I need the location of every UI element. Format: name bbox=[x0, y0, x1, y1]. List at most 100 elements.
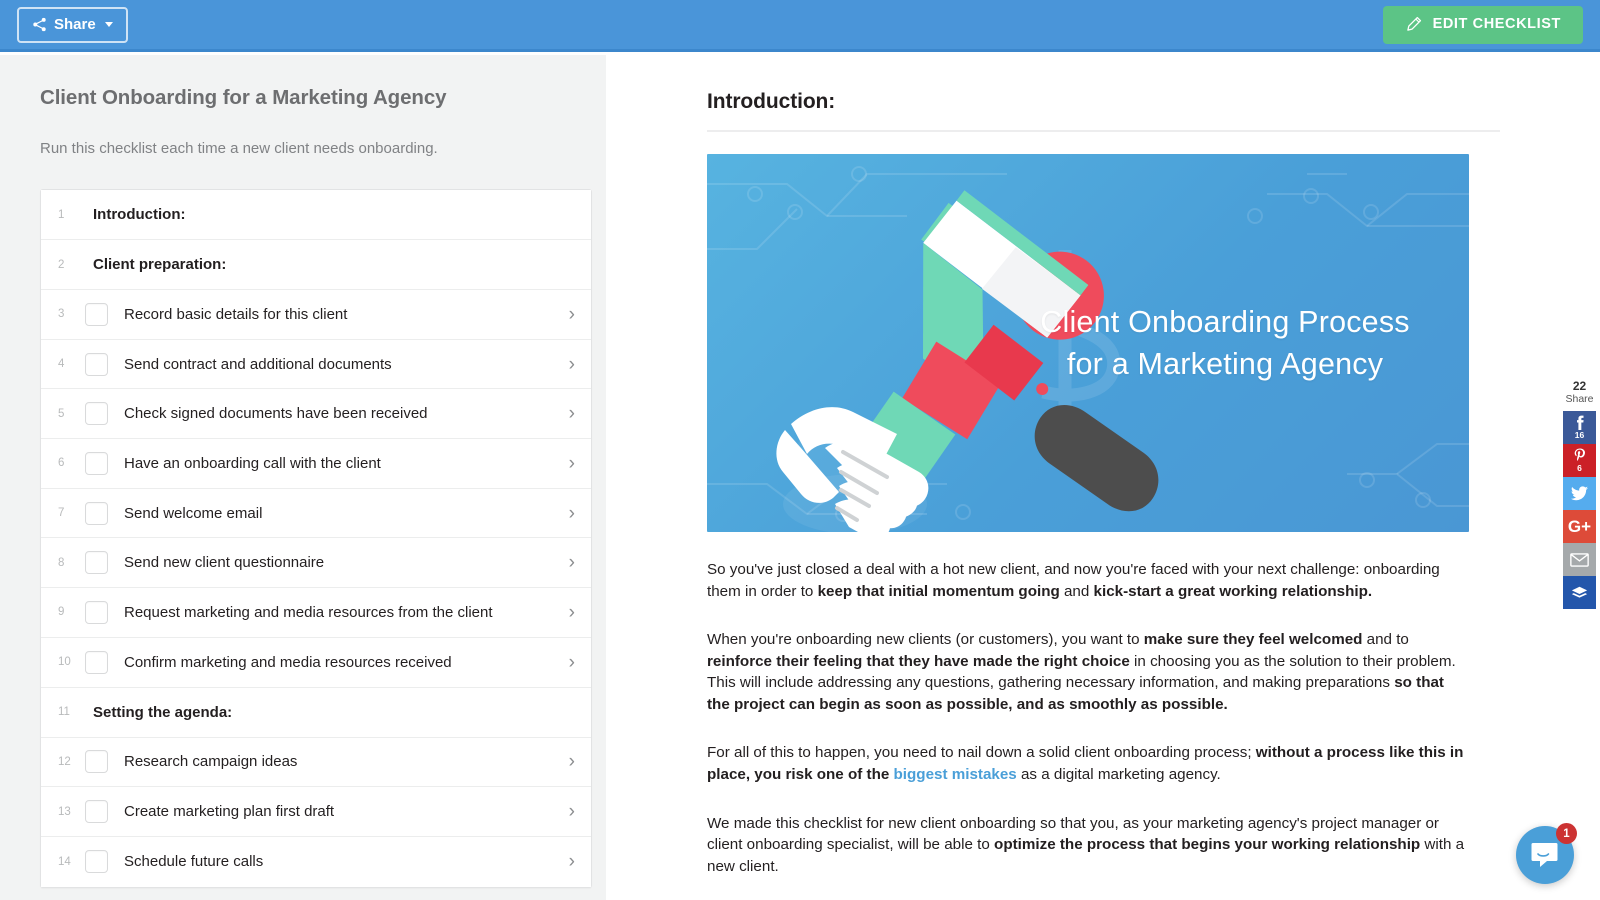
chat-unread-badge: 1 bbox=[1556, 823, 1577, 844]
p2-bold-b: make sure they feel welcomed bbox=[1143, 631, 1363, 649]
hero-title-line2: for a Marketing Agency bbox=[1066, 347, 1384, 381]
task-checkbox[interactable] bbox=[85, 750, 108, 774]
hero-title-line1: Client Onboarding Process bbox=[1040, 304, 1410, 339]
checklist-task-row[interactable]: 5 Check signed documents have been receiv… bbox=[41, 389, 591, 440]
biggest-mistakes-link[interactable]: biggest mistakes bbox=[894, 766, 1017, 783]
task-label: Record basic details for this client bbox=[124, 305, 348, 323]
task-number: 1 bbox=[58, 208, 65, 221]
social-share-label: Share bbox=[1565, 393, 1594, 406]
section-heading: Introduction: bbox=[707, 90, 1500, 132]
social-share-rail: 22 Share 16 6 G+ bbox=[1559, 379, 1600, 610]
checklist-description: Run this checklist each time a new clien… bbox=[40, 140, 438, 157]
pinterest-count: 6 bbox=[1577, 462, 1582, 473]
share-nodes-icon bbox=[33, 17, 46, 32]
checklist-section-header[interactable]: 2 Client preparation: bbox=[41, 240, 591, 290]
chat-bubble-icon bbox=[1531, 843, 1558, 867]
chevron-right-icon[interactable]: › bbox=[561, 504, 575, 523]
share-email-button[interactable] bbox=[1563, 543, 1596, 577]
chevron-right-icon[interactable]: › bbox=[561, 553, 575, 572]
checklist-task-row[interactable]: 4 Send contract and additional documents › bbox=[41, 339, 591, 390]
chevron-right-icon[interactable]: › bbox=[561, 454, 575, 473]
share-googleplus-button[interactable]: G+ bbox=[1563, 510, 1596, 544]
checklist-task-row[interactable]: 6 Have an onboarding call with the client… bbox=[41, 439, 591, 489]
task-label: Send new client questionnaire bbox=[124, 554, 325, 572]
checklist-section-header[interactable]: 1 Introduction: bbox=[41, 190, 591, 240]
chevron-right-icon[interactable]: › bbox=[561, 355, 575, 374]
task-checkbox[interactable] bbox=[85, 451, 108, 475]
p3-text-a: For all of this to happen, you need to n… bbox=[707, 744, 1256, 762]
checklist-task-row[interactable]: 3 Record basic details for this client › bbox=[41, 290, 591, 340]
chevron-right-icon[interactable]: › bbox=[561, 603, 575, 622]
p1-bold-b: keep that initial momentum going bbox=[817, 582, 1060, 600]
p1-text-c: and bbox=[1059, 582, 1094, 600]
share-pinterest-button[interactable]: 6 bbox=[1563, 444, 1596, 478]
chevron-right-icon[interactable]: › bbox=[561, 802, 575, 821]
social-total-count: 22 bbox=[1572, 379, 1587, 393]
task-label: Research campaign ideas bbox=[124, 753, 298, 771]
p2-text-a: When you're onboarding new clients (or c… bbox=[707, 631, 1144, 649]
page-body: Client Onboarding for a Marketing Agency… bbox=[0, 55, 1600, 900]
share-button-label: Share bbox=[54, 16, 96, 33]
checklist-task-list: 1 Introduction: 2 Client preparation: 3 Recor… bbox=[40, 189, 592, 888]
task-checkbox[interactable] bbox=[85, 800, 108, 824]
paragraph-3: For all of this to happen, you need to n… bbox=[707, 742, 1469, 785]
checklist-task-row[interactable]: 10 Confirm marketing and media resources … bbox=[41, 637, 591, 688]
facebook-icon bbox=[1577, 415, 1584, 430]
task-checkbox[interactable] bbox=[85, 850, 108, 874]
task-checkbox[interactable] bbox=[85, 600, 108, 624]
task-label: Have an onboarding call with the client bbox=[124, 454, 381, 472]
share-facebook-button[interactable]: 16 bbox=[1563, 411, 1596, 445]
checklist-section-header[interactable]: 11 Setting the agenda: bbox=[41, 687, 591, 738]
task-label: Send contract and additional documents bbox=[124, 355, 392, 373]
p2-bold-d: reinforce their feeling that they have m… bbox=[707, 652, 1130, 670]
envelope-icon bbox=[1570, 552, 1589, 567]
task-checkbox[interactable] bbox=[85, 551, 108, 575]
task-number: 7 bbox=[58, 507, 65, 520]
paragraph-2: When you're onboarding new clients (or c… bbox=[707, 629, 1469, 715]
checklist-task-row[interactable]: 9 Request marketing and media resources f… bbox=[41, 588, 591, 638]
checklist-sidebar: Client Onboarding for a Marketing Agency… bbox=[0, 55, 606, 900]
twitter-icon bbox=[1571, 486, 1588, 501]
pinterest-icon bbox=[1574, 448, 1585, 461]
task-label: Create marketing plan first draft bbox=[124, 803, 335, 821]
task-number: 3 bbox=[58, 308, 65, 321]
task-number: 14 bbox=[58, 855, 71, 868]
task-checkbox[interactable] bbox=[85, 302, 108, 326]
chevron-right-icon[interactable]: › bbox=[561, 305, 575, 324]
googleplus-icon: G+ bbox=[1567, 517, 1592, 537]
checklist-task-row[interactable]: 8 Send new client questionnaire › bbox=[41, 538, 591, 589]
edit-checklist-button[interactable]: EDIT CHECKLIST bbox=[1382, 5, 1583, 44]
checklist-task-row[interactable]: 12 Research campaign ideas › bbox=[41, 737, 591, 788]
task-number: 8 bbox=[58, 556, 65, 569]
share-buffer-button[interactable] bbox=[1563, 576, 1596, 610]
p1-bold-d: kick-start a great working relationship. bbox=[1093, 582, 1373, 600]
task-label: Setting the agenda: bbox=[93, 703, 233, 721]
checklist-title: Client Onboarding for a Marketing Agency bbox=[40, 86, 447, 109]
share-button[interactable]: Share bbox=[17, 6, 128, 43]
chevron-right-icon[interactable]: › bbox=[561, 852, 575, 871]
chevron-right-icon[interactable]: › bbox=[561, 752, 575, 771]
chat-launcher-button[interactable]: 1 bbox=[1516, 823, 1577, 884]
paragraph-4: We made this checklist for new client on… bbox=[707, 813, 1469, 878]
chevron-right-icon[interactable]: › bbox=[561, 404, 575, 423]
task-checkbox[interactable] bbox=[85, 650, 108, 674]
share-twitter-button[interactable] bbox=[1563, 477, 1596, 511]
checklist-task-row[interactable]: 14 Schedule future calls › bbox=[41, 836, 591, 887]
top-toolbar: Share EDIT CHECKLIST bbox=[0, 0, 1600, 52]
p4-bold-b: optimize the process that begins your wo… bbox=[994, 836, 1421, 854]
task-number: 5 bbox=[58, 407, 65, 420]
facebook-count: 16 bbox=[1574, 429, 1585, 440]
task-checkbox[interactable] bbox=[85, 352, 108, 376]
checklist-task-row[interactable]: 13 Create marketing plan first draft › bbox=[41, 787, 591, 837]
p2-text-c: and to bbox=[1362, 631, 1409, 649]
task-checkbox[interactable] bbox=[85, 402, 108, 426]
p3-text-c: as a digital marketing agency. bbox=[1016, 766, 1221, 784]
task-label: Request marketing and media resources fr… bbox=[124, 603, 493, 621]
task-number: 11 bbox=[58, 706, 70, 718]
checklist-task-row[interactable]: 7 Send welcome email › bbox=[41, 488, 591, 539]
task-label: Confirm marketing and media resources re… bbox=[124, 653, 452, 671]
task-checkbox[interactable] bbox=[85, 501, 108, 525]
chevron-right-icon[interactable]: › bbox=[561, 653, 575, 672]
task-number: 2 bbox=[58, 258, 65, 271]
task-label: Send welcome email bbox=[124, 504, 263, 522]
